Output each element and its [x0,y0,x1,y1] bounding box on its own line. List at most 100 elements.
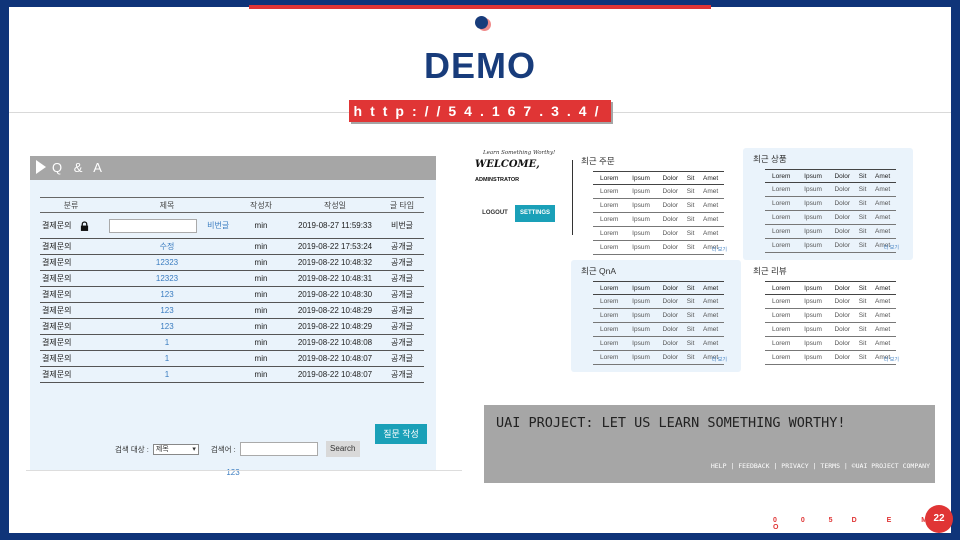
table-cell: Dolor [828,196,856,211]
column-header: 글 타입 [380,197,424,213]
settings-button[interactable]: SETTINGS [515,205,555,222]
table-row[interactable]: Lorem Ipsum Dolor Sit Amet [593,240,724,255]
table-cell: Lorem [593,336,626,351]
table-row[interactable]: Lorem Ipsum Dolor Sit Amet [765,294,896,309]
banner-links[interactable]: HELP | FEEDBACK | PRIVACY | TERMS | ©UAI… [711,462,930,470]
row-author: min [232,254,290,271]
table-cell: Dolor [656,184,684,199]
table-cell: Dolor [828,238,856,253]
table-cell: Lorem [765,238,798,253]
row-title-link[interactable]: 12323 [102,254,232,271]
qa-table-header: 분류 제목 작성자 작성일 글 타입 [40,197,424,213]
table-row[interactable]: Lorem Ipsum Dolor Sit Amet [593,226,724,241]
row-type: 공개글 [380,302,424,319]
column-header: 분류 [40,197,102,213]
table-row[interactable]: Lorem Ipsum Dolor Sit Amet [593,336,724,351]
row-author: min [232,212,290,239]
row-category: 결제문의 [40,366,102,383]
table-cell: Lorem [765,182,798,197]
table-row[interactable]: Lorem Ipsum Dolor Sit Amet [593,308,724,323]
play-triangle-icon [36,160,46,174]
row-title-link[interactable]: 1 [102,334,232,351]
more-link[interactable]: 더 보기 [884,356,899,363]
row-title-link[interactable]: 1 [102,366,232,383]
table-cell: Ipsum [625,350,657,365]
table-row[interactable]: Lorem Ipsum Dolor Sit Amet [593,294,724,309]
search-target-select[interactable]: 제목 ▾ [152,443,199,455]
logout-button[interactable]: LOGOUT [475,205,515,222]
column-header: Amet [697,171,724,185]
search-button[interactable]: Search [325,441,360,457]
table-row[interactable]: Lorem Ipsum Dolor Sit Amet [593,198,724,213]
table-cell: Ipsum [625,294,657,309]
table-cell: Sit [855,182,870,197]
table-row[interactable]: 결제문의 수정 min 2019-08-22 17:53:24 공개글 [40,238,424,255]
table-row[interactable]: 결제문의 123 min 2019-08-22 10:48:29 공개글 [40,302,424,319]
panel-title: 최근 QnA [581,266,617,276]
row-date: 2019-08-22 10:48:07 [290,366,380,383]
row-title-link[interactable]: 123 [102,318,232,335]
row-title-link[interactable]: 1 [102,350,232,367]
table-cell: Amet [869,224,896,239]
row-type: 공개글 [380,366,424,383]
table-row[interactable]: Lorem Ipsum Dolor Sit Amet [765,308,896,323]
column-header: Amet [869,169,896,183]
password-input[interactable] [108,218,197,233]
table-row[interactable]: Lorem Ipsum Dolor Sit Amet [765,196,896,211]
row-author: min [232,270,290,287]
table-row[interactable]: 결제문의 1 min 2019-08-22 10:48:08 공개글 [40,334,424,351]
more-link[interactable]: 더 보기 [712,356,727,363]
table-row[interactable]: 결제문의 123 min 2019-08-22 10:48:30 공개글 [40,286,424,303]
table-row[interactable]: Lorem Ipsum Dolor Sit Amet [765,238,896,253]
column-header: Amet [697,281,724,295]
table-row[interactable]: Lorem Ipsum Dolor Sit Amet [765,224,896,239]
table-row[interactable]: Lorem Ipsum Dolor Sit Amet [593,350,724,365]
table-row[interactable]: 결제문의 1 min 2019-08-22 10:48:07 공개글 [40,366,424,383]
table-row[interactable]: Lorem Ipsum Dolor Sit Amet [593,212,724,227]
more-link[interactable]: 더 보기 [884,244,899,251]
table-cell: Sit [855,294,870,309]
row-type: 공개글 [380,238,424,255]
table-row[interactable]: 결제문의 12323 min 2019-08-22 10:48:32 공개글 [40,254,424,271]
ask-question-button[interactable]: 질문 작성 [375,424,427,444]
table-cell: Lorem [765,210,798,225]
mini-table: Lorem Ipsum Dolor Sit Amet Lorem Ipsum Dolor Sit… [765,169,896,253]
table-cell: Dolor [828,322,856,337]
table-cell: Dolor [656,322,684,337]
table-cell: Amet [697,198,724,213]
row-author: min [232,302,290,319]
page-title: DEMO [424,45,536,86]
table-cell: Amet [869,210,896,225]
table-cell: Amet [869,308,896,323]
footer-banner: UAI PROJECT: LET US LEARN SOMETHING WORT… [484,405,935,483]
password-submit-link[interactable]: 비번글 [207,221,229,230]
table-row[interactable]: Lorem Ipsum Dolor Sit Amet [593,184,724,199]
more-link[interactable]: 더 보기 [712,246,727,253]
column-header: Sit [683,281,698,295]
row-title-link[interactable]: 12323 [102,270,232,287]
admin-box: Learn Something Worthy! WELCOME, ADMINST… [471,150,567,230]
row-title-link[interactable]: 수정 [102,238,232,255]
table-row[interactable]: Lorem Ipsum Dolor Sit Amet [765,350,896,365]
table-row[interactable]: Lorem Ipsum Dolor Sit Amet [765,182,896,197]
row-date: 2019-08-22 10:48:07 [290,350,380,367]
table-row[interactable]: Lorem Ipsum Dolor Sit Amet [765,322,896,337]
row-title-link[interactable]: 123 [102,302,232,319]
column-header: Lorem [765,169,798,183]
table-cell: Sit [855,308,870,323]
row-type: 공개글 [380,318,424,335]
table-row[interactable]: Lorem Ipsum Dolor Sit Amet [593,322,724,337]
table-row[interactable]: 결제문의 123 min 2019-08-22 10:48:29 공개글 [40,318,424,335]
table-cell: Ipsum [797,294,829,309]
table-row[interactable]: 결제문의 1 min 2019-08-22 10:48:07 공개글 [40,350,424,367]
table-cell: Ipsum [797,336,829,351]
table-cell: Sit [683,212,698,227]
row-title-link[interactable]: 123 [102,286,232,303]
table-row[interactable]: 결제문의 12323 min 2019-08-22 10:48:31 공개글 [40,270,424,287]
table-row[interactable]: Lorem Ipsum Dolor Sit Amet [765,210,896,225]
table-row[interactable]: Lorem Ipsum Dolor Sit Amet [765,336,896,351]
table-cell: Amet [697,212,724,227]
table-cell: Lorem [593,198,626,213]
table-cell: Lorem [765,196,798,211]
search-input[interactable] [239,442,318,456]
